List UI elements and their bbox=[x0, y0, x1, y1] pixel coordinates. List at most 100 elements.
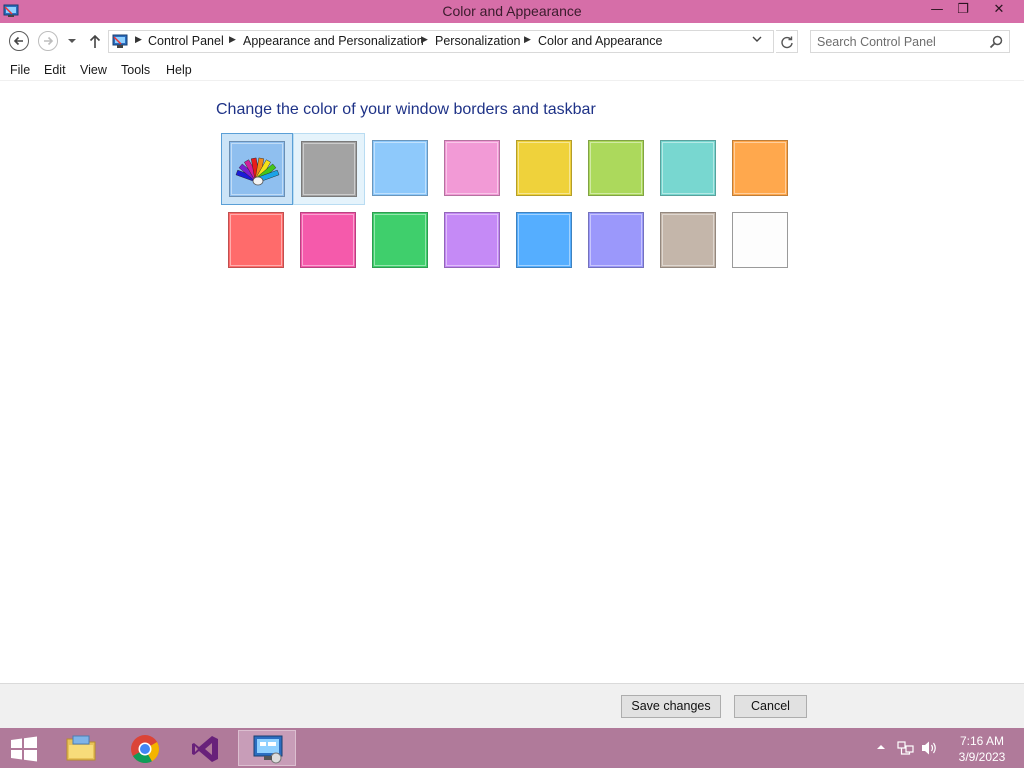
back-button[interactable] bbox=[9, 31, 29, 51]
swatch-fill-taupe bbox=[660, 212, 716, 268]
swatch-fill-teal bbox=[660, 140, 716, 196]
swatch-fill-red bbox=[228, 212, 284, 268]
clock-time: 7:16 AM bbox=[959, 734, 1005, 748]
button-bar: Save changes Cancel bbox=[0, 683, 1024, 728]
swatch-highlight bbox=[374, 214, 426, 266]
swatch-highlight bbox=[734, 142, 786, 194]
swatch-fill-light-blue bbox=[372, 140, 428, 196]
swatch-fill-green bbox=[372, 212, 428, 268]
recent-locations-dropdown-icon[interactable] bbox=[66, 36, 78, 46]
taskbar-file-explorer[interactable] bbox=[52, 730, 110, 766]
up-arrow-icon[interactable] bbox=[88, 33, 102, 49]
swatch-fill-magenta bbox=[300, 212, 356, 268]
color-swatch-white[interactable] bbox=[725, 205, 797, 277]
maximize-button[interactable]: ❐ bbox=[948, 0, 978, 21]
color-swatch-automatic[interactable] bbox=[221, 133, 293, 205]
network-icon[interactable] bbox=[897, 740, 914, 756]
visual-studio-icon bbox=[192, 736, 218, 762]
color-palette-icon bbox=[235, 157, 280, 186]
menu-bar: File Edit View Tools Help bbox=[0, 60, 1024, 81]
swatch-highlight bbox=[734, 214, 786, 266]
swatch-fill-yellow bbox=[516, 140, 572, 196]
breadcrumb-separator-icon[interactable]: ▶ bbox=[524, 35, 531, 45]
menu-edit[interactable]: Edit bbox=[44, 63, 66, 77]
menu-view[interactable]: View bbox=[80, 63, 107, 77]
search-icon[interactable] bbox=[989, 35, 1003, 49]
color-swatch-teal[interactable] bbox=[653, 133, 725, 205]
color-swatch-violet[interactable] bbox=[437, 205, 509, 277]
forward-button[interactable] bbox=[38, 31, 58, 51]
swatch-highlight bbox=[446, 214, 498, 266]
search-input[interactable] bbox=[817, 33, 987, 50]
window-title: Color and Appearance bbox=[442, 3, 582, 19]
breadcrumb-separator-icon[interactable]: ▶ bbox=[229, 35, 236, 45]
taskbar: 7:16 AM 3/9/2023 bbox=[0, 728, 1024, 768]
swatch-highlight bbox=[374, 142, 426, 194]
breadcrumb-separator-icon[interactable]: ▶ bbox=[135, 35, 142, 45]
color-swatch-light-blue[interactable] bbox=[365, 133, 437, 205]
swatch-fill-periwinkle bbox=[588, 212, 644, 268]
swatch-highlight bbox=[302, 214, 354, 266]
swatch-fill-lime bbox=[588, 140, 644, 196]
navigation-bar: ▶ Control Panel ▶ Appearance and Persona… bbox=[0, 23, 1024, 60]
search-box[interactable] bbox=[810, 30, 1010, 53]
swatch-fill-blue bbox=[516, 212, 572, 268]
color-swatch-orange[interactable] bbox=[725, 133, 797, 205]
color-swatch-green[interactable] bbox=[365, 205, 437, 277]
swatch-highlight bbox=[590, 214, 642, 266]
swatch-fill-pink bbox=[444, 140, 500, 196]
arrow-left-icon bbox=[13, 36, 23, 46]
color-swatch-magenta[interactable] bbox=[293, 205, 365, 277]
breadcrumb-control-panel[interactable]: Control Panel bbox=[148, 34, 224, 48]
start-windows-icon[interactable] bbox=[8, 736, 40, 762]
color-swatch-blue[interactable] bbox=[509, 205, 581, 277]
swatch-highlight bbox=[590, 142, 642, 194]
address-bar[interactable]: ▶ Control Panel ▶ Appearance and Persona… bbox=[108, 30, 774, 53]
menu-tools[interactable]: Tools bbox=[121, 63, 150, 77]
control-panel-icon bbox=[112, 34, 128, 48]
swatch-fill-white bbox=[732, 212, 788, 268]
swatch-highlight bbox=[518, 142, 570, 194]
volume-icon[interactable] bbox=[921, 740, 938, 756]
swatch-highlight bbox=[518, 214, 570, 266]
system-clock[interactable]: 7:16 AM 3/9/2023 bbox=[952, 733, 1012, 765]
color-swatch-periwinkle[interactable] bbox=[581, 205, 653, 277]
swatch-fill-automatic bbox=[229, 141, 285, 197]
title-bar: Color and Appearance — ❐ ✕ bbox=[0, 0, 1024, 23]
taskbar-visual-studio[interactable] bbox=[176, 730, 234, 766]
swatch-fill-violet bbox=[444, 212, 500, 268]
swatch-highlight bbox=[662, 214, 714, 266]
swatch-fill-gray bbox=[301, 141, 357, 197]
swatch-highlight bbox=[230, 214, 282, 266]
taskbar-control-panel[interactable] bbox=[238, 730, 296, 766]
refresh-icon bbox=[781, 36, 793, 49]
page-heading: Change the color of your window borders … bbox=[216, 101, 596, 118]
menu-file[interactable]: File bbox=[10, 63, 30, 77]
clock-date: 3/9/2023 bbox=[958, 750, 1006, 764]
refresh-button[interactable] bbox=[776, 30, 798, 53]
cancel-button[interactable]: Cancel bbox=[734, 695, 807, 718]
swatch-highlight bbox=[662, 142, 714, 194]
menu-help[interactable]: Help bbox=[166, 63, 192, 77]
breadcrumb-separator-icon[interactable]: ▶ bbox=[421, 35, 428, 45]
taskbar-chrome[interactable] bbox=[116, 730, 174, 766]
color-swatch-red[interactable] bbox=[221, 205, 293, 277]
folder-icon bbox=[66, 735, 96, 761]
close-button[interactable]: ✕ bbox=[982, 0, 1016, 21]
control-panel-icon bbox=[253, 735, 283, 764]
breadcrumb-color-and-appearance[interactable]: Color and Appearance bbox=[538, 34, 662, 48]
swatch-highlight bbox=[446, 142, 498, 194]
show-hidden-icons-icon[interactable] bbox=[876, 743, 886, 751]
color-swatch-lime[interactable] bbox=[581, 133, 653, 205]
save-changes-button[interactable]: Save changes bbox=[621, 695, 721, 718]
color-swatch-pink[interactable] bbox=[437, 133, 509, 205]
chrome-icon bbox=[131, 735, 160, 764]
color-swatch-taupe[interactable] bbox=[653, 205, 725, 277]
breadcrumb-appearance-and-personalization[interactable]: Appearance and Personalization bbox=[243, 34, 424, 48]
color-swatch-gray[interactable] bbox=[293, 133, 365, 205]
breadcrumb-personalization[interactable]: Personalization bbox=[435, 34, 520, 48]
swatch-highlight bbox=[303, 143, 355, 195]
chevron-down-icon[interactable] bbox=[752, 35, 762, 43]
swatch-fill-orange bbox=[732, 140, 788, 196]
color-swatch-yellow[interactable] bbox=[509, 133, 581, 205]
